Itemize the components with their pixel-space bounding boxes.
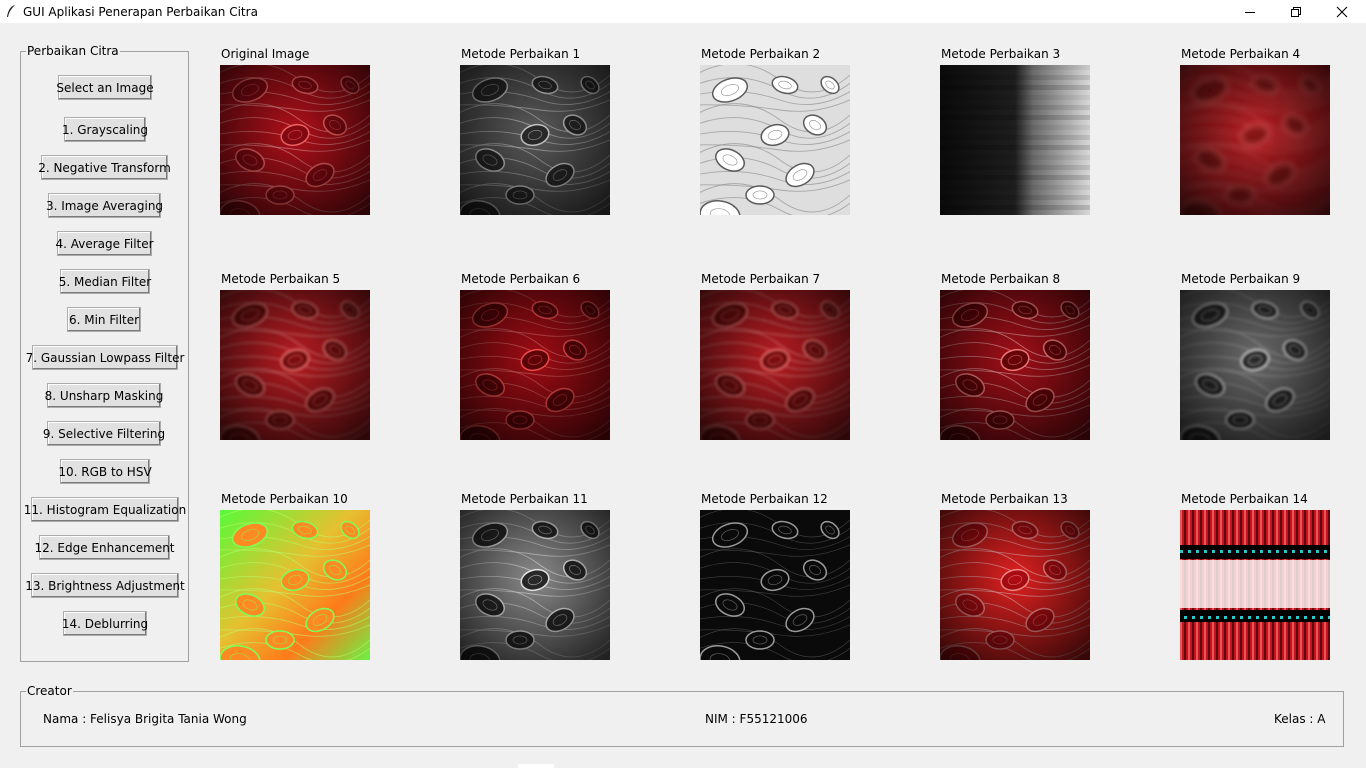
result-image-1	[460, 65, 610, 215]
result-image-14	[1180, 510, 1330, 660]
negative-transform-button[interactable]: 2. Negative Transform	[38, 155, 171, 180]
result-image-11	[460, 510, 610, 660]
minimize-icon	[1245, 11, 1255, 13]
image-label: Metode Perbaikan 10	[221, 492, 348, 506]
result-image-13	[940, 510, 1090, 660]
min-filter-button[interactable]: 6. Min Filter	[67, 307, 141, 332]
title-bar: GUI Aplikasi Penerapan Perbaikan Citra	[0, 0, 1366, 23]
image-label: Metode Perbaikan 7	[701, 272, 821, 286]
median-filter-button[interactable]: 5. Median Filter	[59, 269, 151, 294]
result-image-9	[1180, 290, 1330, 440]
unsharp-masking-button[interactable]: 8. Unsharp Masking	[45, 383, 163, 408]
image-label: Metode Perbaikan 14	[1181, 492, 1308, 506]
rgb-to-hsv-button[interactable]: 10. RGB to HSV	[58, 459, 152, 484]
maximize-button[interactable]	[1273, 0, 1319, 23]
edge-enhancement-button[interactable]: 12. Edge Enhancement	[34, 535, 175, 560]
image-label: Metode Perbaikan 13	[941, 492, 1068, 506]
perbaikan-citra-label: Perbaikan Citra	[26, 44, 120, 58]
deblurring-button[interactable]: 14. Deblurring	[62, 611, 148, 636]
window-title: GUI Aplikasi Penerapan Perbaikan Citra	[23, 5, 258, 19]
image-label: Metode Perbaikan 3	[941, 47, 1061, 61]
brightness-adjustment-button[interactable]: 13. Brightness Adjustment	[25, 573, 185, 598]
restore-icon	[1291, 6, 1301, 17]
image-averaging-button[interactable]: 3. Image Averaging	[46, 193, 163, 218]
image-label: Metode Perbaikan 6	[461, 272, 581, 286]
image-label: Metode Perbaikan 1	[461, 47, 581, 61]
result-image-7	[700, 290, 850, 440]
result-image-3	[940, 65, 1090, 215]
result-image-8	[940, 290, 1090, 440]
result-image-6	[460, 290, 610, 440]
result-image-4	[1180, 65, 1330, 215]
gaussian-lowpass-filter-button[interactable]: 7. Gaussian Lowpass Filter	[26, 345, 184, 370]
image-label: Original Image	[221, 47, 310, 61]
creator-nim: NIM : F55121006	[705, 712, 808, 726]
image-label: Metode Perbaikan 8	[941, 272, 1061, 286]
image-label: Metode Perbaikan 9	[1181, 272, 1301, 286]
creator-kelas: Kelas : A	[1274, 712, 1326, 726]
close-icon	[1336, 6, 1348, 17]
original-image	[220, 65, 370, 215]
scroll-stub	[518, 764, 554, 768]
average-filter-button[interactable]: 4. Average Filter	[55, 231, 154, 256]
image-label: Metode Perbaikan 4	[1181, 47, 1301, 61]
result-image-12	[700, 510, 850, 660]
selective-filtering-button[interactable]: 9. Selective Filtering	[43, 421, 165, 446]
select-image-button[interactable]: Select an Image	[56, 75, 154, 100]
result-image-2	[700, 65, 850, 215]
creator-name: Nama : Felisya Brigita Tania Wong	[43, 712, 247, 726]
image-label: Metode Perbaikan 12	[701, 492, 828, 506]
creator-label: Creator	[26, 684, 73, 698]
result-image-10	[220, 510, 370, 660]
image-label: Metode Perbaikan 5	[221, 272, 341, 286]
feather-icon	[7, 5, 15, 17]
image-label: Metode Perbaikan 2	[701, 47, 821, 61]
image-label: Metode Perbaikan 11	[461, 492, 588, 506]
close-button[interactable]	[1319, 0, 1365, 23]
result-image-5	[220, 290, 370, 440]
minimize-button[interactable]	[1227, 0, 1273, 23]
histogram-equalization-button[interactable]: 11. Histogram Equalization	[24, 497, 186, 522]
grayscaling-button[interactable]: 1. Grayscaling	[62, 117, 148, 142]
